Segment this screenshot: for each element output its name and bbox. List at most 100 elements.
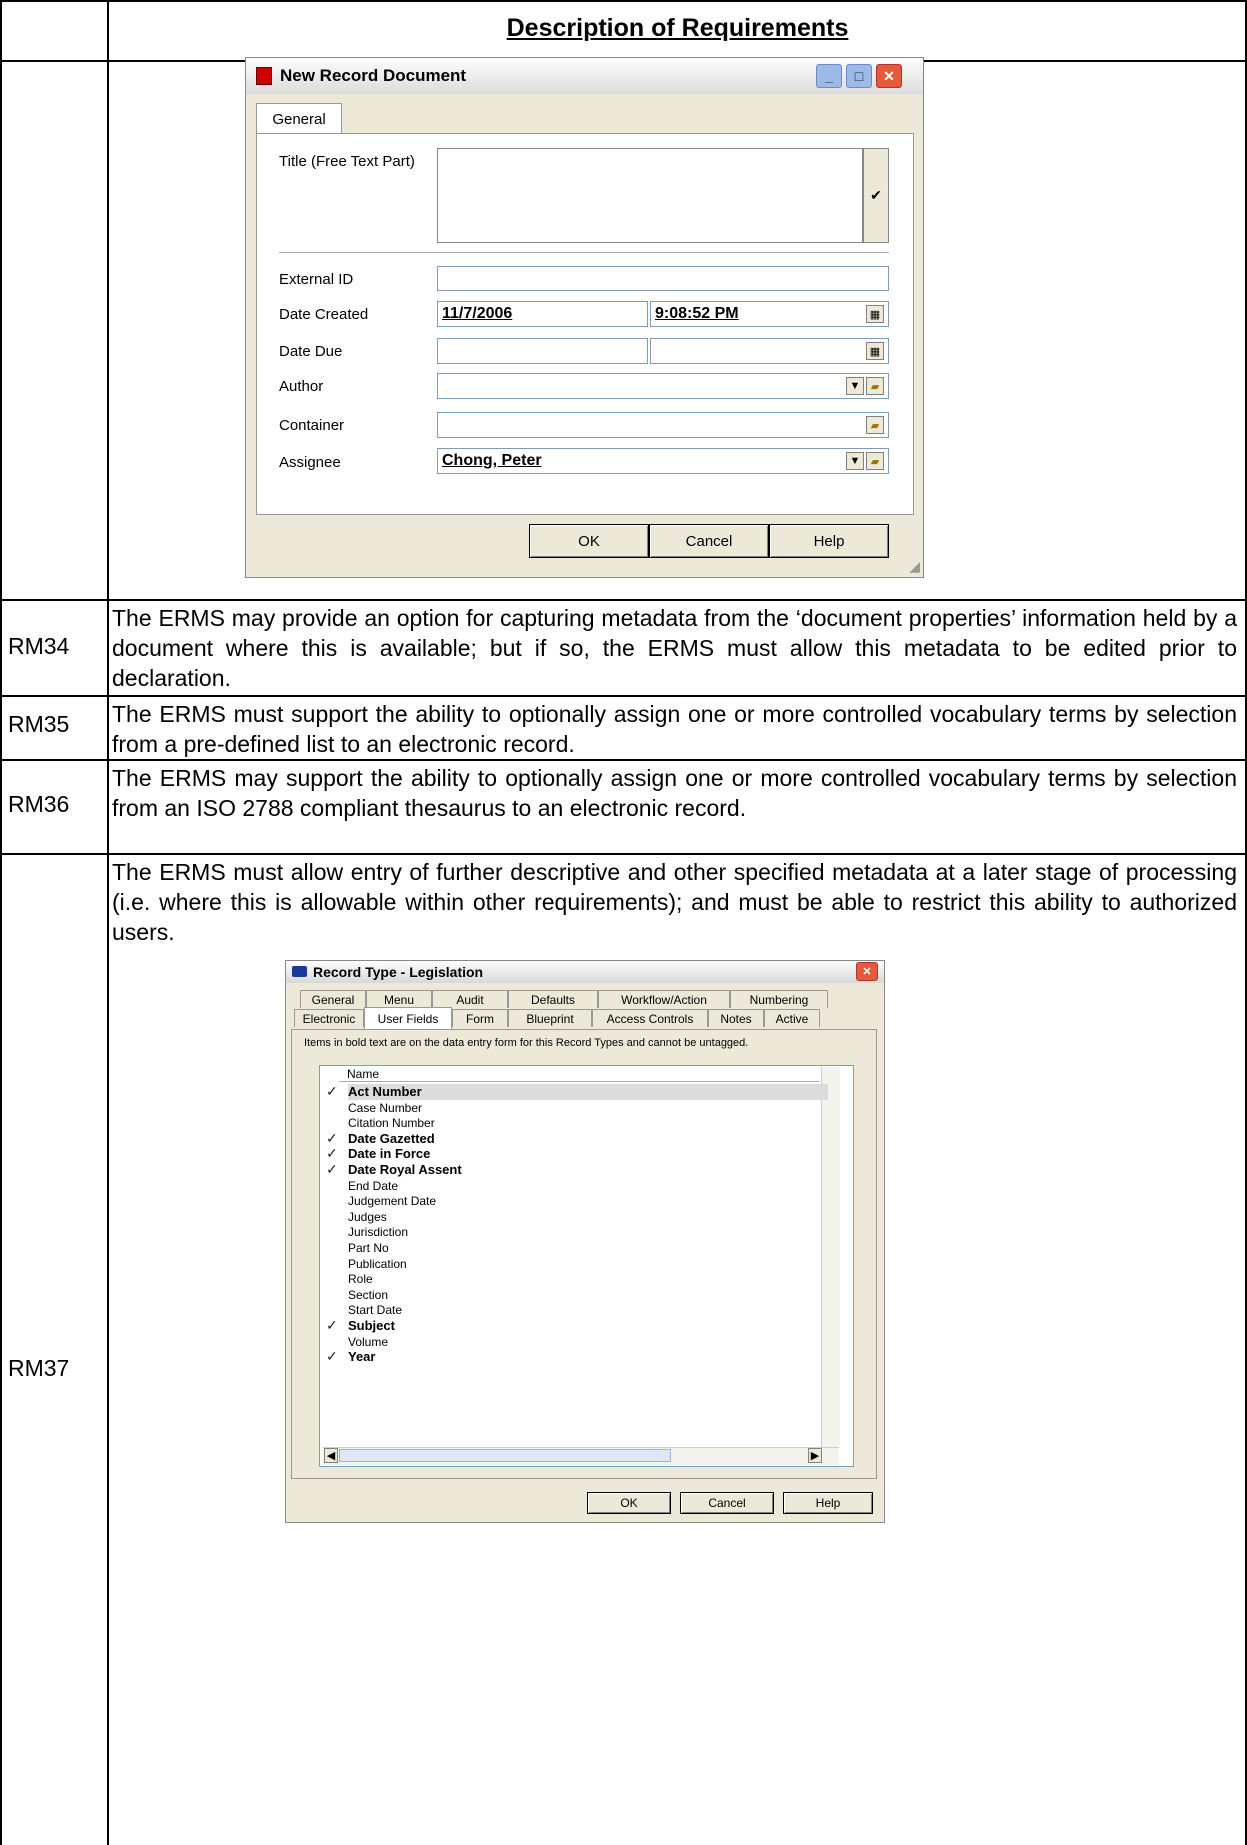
row-id-rm36: RM36 xyxy=(8,791,70,817)
help-button-label: Help xyxy=(813,532,845,550)
scroll-thumb[interactable] xyxy=(339,1449,671,1462)
checkmark-icon[interactable]: ✓ xyxy=(326,1083,338,1100)
calendar-icon[interactable]: ▦ xyxy=(866,305,884,323)
tab-notes[interactable]: Notes xyxy=(708,1009,764,1027)
date-created-time-field[interactable]: 9:08:52 PM ▦ xyxy=(650,301,889,327)
row-text-rm37: The ERMS must allow entry of further des… xyxy=(112,859,1237,945)
checkmark-icon[interactable]: ✓ xyxy=(326,1317,338,1334)
scroll-right-icon[interactable]: ▶ xyxy=(808,1448,822,1463)
list-item[interactable]: Judgement Date xyxy=(348,1193,436,1209)
tab-blueprint[interactable]: Blueprint xyxy=(508,1009,592,1027)
container-field[interactable]: ▰ xyxy=(437,412,889,438)
date-created-date-field[interactable]: 11/7/2006 xyxy=(437,301,648,327)
chevron-down-icon[interactable]: ▼ xyxy=(846,452,864,470)
table-border-left xyxy=(0,0,2,1845)
date-created-label: Date Created xyxy=(279,306,369,323)
checkmark-icon[interactable]: ✓ xyxy=(326,1145,338,1162)
cancel-button-label: Cancel xyxy=(708,1496,746,1510)
help-button[interactable]: Help xyxy=(769,524,889,558)
tab-general-label: General xyxy=(272,110,326,128)
container-label: Container xyxy=(279,417,345,434)
list-item[interactable]: Volume xyxy=(348,1334,388,1350)
row-id-rm34: RM34 xyxy=(8,633,70,659)
tab-menu[interactable]: Menu xyxy=(366,990,432,1008)
title-textarea[interactable] xyxy=(437,148,863,243)
close-button[interactable]: ✕ xyxy=(856,962,878,981)
list-item[interactable]: Date Gazetted xyxy=(348,1131,435,1147)
list-item[interactable]: Judges xyxy=(348,1209,387,1225)
tab-audit[interactable]: Audit xyxy=(432,990,508,1008)
tab-workflow-action[interactable]: Workflow/Action xyxy=(598,990,730,1008)
help-button[interactable]: Help xyxy=(783,1492,873,1514)
tab-form[interactable]: Form xyxy=(452,1009,508,1027)
document-icon xyxy=(256,67,272,85)
info-text: Items in bold text are on the data entry… xyxy=(304,1037,749,1049)
ok-button[interactable]: OK xyxy=(529,524,649,558)
list-item[interactable]: Case Number xyxy=(348,1100,422,1116)
minimize-button[interactable]: _ xyxy=(816,64,842,88)
scroll-left-icon[interactable]: ◀ xyxy=(324,1448,338,1463)
tab-active[interactable]: Active xyxy=(764,1009,820,1027)
list-header[interactable]: Name xyxy=(339,1067,819,1082)
list-item[interactable]: Citation Number xyxy=(348,1115,435,1131)
assignee-value: Chong, Peter xyxy=(442,452,542,469)
list-item[interactable]: Role xyxy=(348,1271,373,1287)
tab-access-controls[interactable]: Access Controls xyxy=(592,1009,708,1027)
checkmark-icon[interactable]: ✓ xyxy=(326,1348,338,1365)
folder-icon xyxy=(292,966,307,977)
close-button[interactable]: ✕ xyxy=(876,64,902,88)
external-id-field[interactable] xyxy=(437,266,889,291)
list-item[interactable]: Date in Force xyxy=(348,1146,430,1162)
list-item[interactable]: End Date xyxy=(348,1178,398,1194)
table-border-row1 xyxy=(0,599,1247,601)
date-due-label: Date Due xyxy=(279,343,343,360)
row-text-rm35: The ERMS must support the ability to opt… xyxy=(112,701,1237,757)
ok-button-label: OK xyxy=(620,1496,638,1510)
folder-icon[interactable]: ▰ xyxy=(866,416,884,434)
window1-title: New Record Document xyxy=(280,66,467,85)
table-border-middle xyxy=(107,0,109,1845)
new-record-document-window: New Record Document _ □ ✕ General Title … xyxy=(245,57,924,578)
list-item[interactable]: Start Date xyxy=(348,1302,402,1318)
assignee-field[interactable]: Chong, Peter ▼ ▰ xyxy=(437,448,889,474)
list-item[interactable]: Section xyxy=(348,1287,388,1303)
list-item[interactable]: Subject xyxy=(348,1318,395,1334)
cancel-button-label: Cancel xyxy=(685,532,733,550)
table-border-row3 xyxy=(0,759,1247,761)
folder-icon[interactable]: ▰ xyxy=(866,377,884,395)
tab-general[interactable]: General xyxy=(256,103,342,134)
tab-general[interactable]: General xyxy=(300,990,366,1008)
date-due-date-field[interactable] xyxy=(437,338,648,364)
chevron-down-icon[interactable]: ▼ xyxy=(846,377,864,395)
list-item[interactable]: Year xyxy=(348,1349,375,1365)
list-item[interactable]: Publication xyxy=(348,1256,407,1272)
record-type-window: Record Type - Legislation ✕ General Menu A… xyxy=(285,960,885,1523)
column-header-name: Name xyxy=(347,1067,380,1081)
cancel-button[interactable]: Cancel xyxy=(680,1492,774,1514)
author-label: Author xyxy=(279,378,324,395)
calendar-icon[interactable]: ▦ xyxy=(866,342,884,360)
help-button-label: Help xyxy=(815,1496,841,1510)
date-due-time-field[interactable]: ▦ xyxy=(650,338,889,364)
tab-electronic[interactable]: Electronic xyxy=(294,1009,364,1027)
maximize-button[interactable]: □ xyxy=(846,64,872,88)
list-item[interactable]: Part No xyxy=(348,1240,389,1256)
tab-defaults[interactable]: Defaults xyxy=(508,990,598,1008)
folder-icon[interactable]: ▰ xyxy=(866,452,884,470)
date-created-date-value: 11/7/2006 xyxy=(442,305,513,322)
list-item[interactable]: Date Royal Assent xyxy=(348,1162,462,1178)
date-created-time-value: 9:08:52 PM xyxy=(655,305,739,322)
checkmark-icon[interactable]: ✓ xyxy=(326,1161,338,1178)
list-item[interactable]: Act Number xyxy=(348,1084,828,1100)
checkmark-icon[interactable]: ✓ xyxy=(326,1130,338,1147)
tab-numbering[interactable]: Numbering xyxy=(730,990,828,1008)
cancel-button[interactable]: Cancel xyxy=(649,524,769,558)
list-item[interactable]: Jurisdiction xyxy=(348,1224,408,1240)
spellcheck-button[interactable]: ✔ xyxy=(863,148,889,243)
ok-button[interactable]: OK xyxy=(587,1492,671,1514)
tab-user-fields[interactable]: User Fields xyxy=(364,1007,452,1029)
spellcheck-icon: ✔ xyxy=(870,187,882,203)
resize-grip-icon[interactable]: ◢ xyxy=(909,558,920,575)
author-field[interactable]: ▼ ▰ xyxy=(437,373,889,399)
vertical-scrollbar[interactable] xyxy=(821,1067,840,1447)
